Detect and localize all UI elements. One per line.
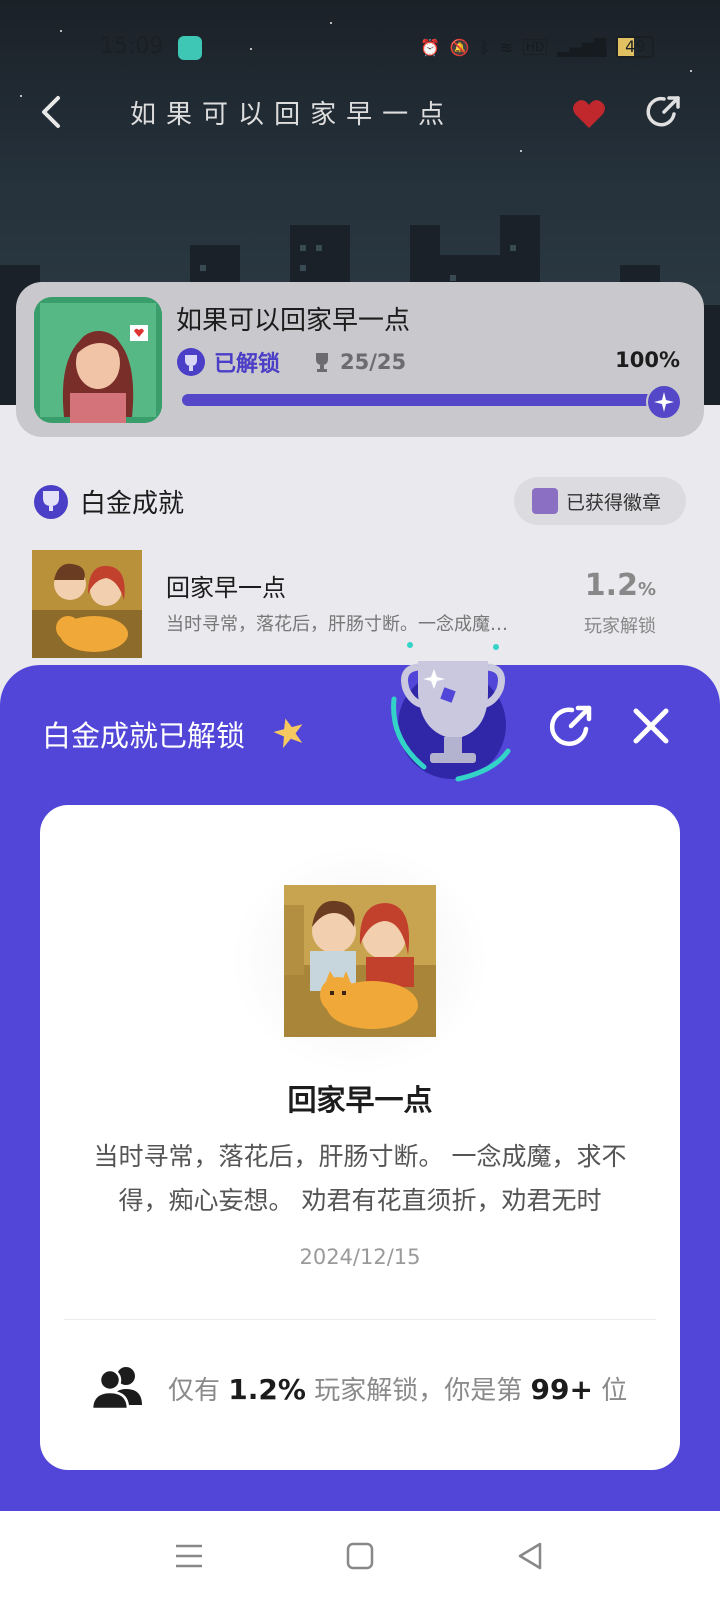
progress-knob-icon bbox=[646, 384, 682, 420]
home-icon[interactable] bbox=[343, 1539, 377, 1573]
hd-icon: HD bbox=[522, 39, 548, 55]
badge-pill-label: 已获得徽章 bbox=[566, 491, 662, 514]
game-title: 如果可以回家早一点 bbox=[176, 306, 411, 336]
chevron-left-icon[interactable] bbox=[32, 92, 72, 132]
mute-icon: 🔕 bbox=[449, 37, 470, 57]
list-percent-unit: % bbox=[637, 579, 656, 600]
share-icon[interactable] bbox=[546, 701, 596, 751]
footer-suffix: 位 bbox=[601, 1375, 628, 1406]
platinum-trophy-icon bbox=[34, 485, 68, 519]
list-percent-value: 1.2 bbox=[584, 568, 638, 603]
system-nav-bar bbox=[0, 1511, 720, 1600]
nav-row: 如 果 可 以 回 家 早 一 点 bbox=[0, 80, 720, 144]
platinum-trophy-icon bbox=[177, 348, 205, 376]
title-char: 点 bbox=[418, 100, 447, 130]
list-percent: 1.2% bbox=[585, 568, 656, 603]
page-title-pixel: 如 果 可 以 回 家 早 一 点 bbox=[130, 94, 446, 131]
badge-icon bbox=[532, 488, 558, 514]
rarity-text: 仅有 1.2% 玩家解锁，你是第 99+ 位 bbox=[168, 1370, 627, 1407]
list-title: 回家早一点 bbox=[166, 574, 286, 602]
menu-icon[interactable] bbox=[172, 1539, 206, 1573]
achievement-artwork bbox=[284, 885, 436, 1037]
badge-pill-button[interactable]: 已获得徽章 bbox=[514, 477, 686, 525]
game-card[interactable]: 如果可以回家早一点 已解锁 25/25 100% bbox=[16, 282, 704, 437]
title-char: 早 bbox=[346, 100, 375, 130]
title-char: 一 bbox=[382, 100, 411, 130]
users-icon bbox=[90, 1367, 142, 1411]
share-icon[interactable] bbox=[644, 92, 684, 132]
sheet-title: 白金成就已解锁 bbox=[42, 719, 246, 753]
title-char: 回 bbox=[274, 100, 303, 130]
card-description: 当时寻常，落花后，肝肠寸断。 一念成魔，求不得，痴心妄想。 劝君有花直须折，劝君… bbox=[93, 1142, 627, 1215]
title-char: 家 bbox=[310, 100, 339, 130]
star bbox=[520, 150, 522, 152]
signal-icon: ▂▄▆█ bbox=[557, 37, 607, 57]
list-description: 当时寻常，落花后，肝肠寸断。一念成魔… bbox=[166, 614, 508, 635]
title-char: 以 bbox=[238, 100, 267, 130]
bluetooth-icon: ᛒ bbox=[479, 37, 490, 57]
achievement-sheet: 白金成就已解锁 回家早一点 当时寻常，落花后，肝肠寸断。 一念成魔，求不得，痴心… bbox=[0, 642, 720, 1511]
platinum-trophy-icon bbox=[391, 642, 511, 782]
heart-icon[interactable] bbox=[572, 98, 606, 130]
section-header: 白金成就 bbox=[32, 482, 184, 520]
star-icon bbox=[273, 718, 303, 749]
trophy-count: 25/25 bbox=[340, 350, 407, 374]
footer-middle: 玩家解锁，你是第 bbox=[314, 1375, 523, 1406]
alarm-icon: ⏰ bbox=[420, 37, 440, 57]
footer-rank: 99+ bbox=[530, 1372, 593, 1406]
achievement-card: 回家早一点 当时寻常，落花后，肝肠寸断。 一念成魔，求不得，痴心妄想。 劝君有花… bbox=[40, 805, 680, 1470]
title-char: 可 bbox=[202, 100, 231, 130]
divider bbox=[64, 1319, 656, 1320]
close-icon[interactable] bbox=[628, 703, 674, 749]
trophy-icon bbox=[316, 353, 329, 372]
status-icons: ⏰ 🔕 ᛒ ≋ HD ▂▄▆█ 49 bbox=[420, 36, 655, 58]
card-footer: 仅有 1.2% 玩家解锁，你是第 99+ 位 bbox=[90, 1365, 627, 1411]
unlock-row: 已解锁 25/25 bbox=[176, 346, 406, 378]
achievement-thumbnail bbox=[32, 550, 142, 658]
footer-percent: 1.2% bbox=[228, 1372, 306, 1406]
card-date: 2024/12/15 bbox=[299, 1245, 421, 1269]
wifi-icon: ≋ bbox=[499, 37, 513, 57]
card-title: 回家早一点 bbox=[287, 1083, 433, 1117]
game-icon bbox=[34, 297, 162, 423]
title-char: 如 bbox=[130, 100, 159, 130]
progress-percent: 100% bbox=[615, 348, 680, 372]
section-title: 白金成就 bbox=[80, 488, 185, 519]
title-char: 果 bbox=[166, 100, 195, 130]
footer-prefix: 仅有 bbox=[168, 1375, 221, 1406]
list-sub-label: 玩家解锁 bbox=[584, 616, 656, 637]
list-item[interactable]: 回家早一点 当时寻常，落花后，肝肠寸断。一念成魔… 1.2% 玩家解锁 bbox=[32, 550, 692, 658]
notification-app-icon bbox=[178, 36, 202, 60]
unlock-status: 已解锁 bbox=[214, 352, 281, 377]
progress-bar bbox=[182, 394, 672, 406]
battery-icon: 49 bbox=[616, 36, 655, 58]
back-triangle-icon[interactable] bbox=[514, 1539, 548, 1573]
status-time: 15:09 bbox=[100, 34, 164, 59]
